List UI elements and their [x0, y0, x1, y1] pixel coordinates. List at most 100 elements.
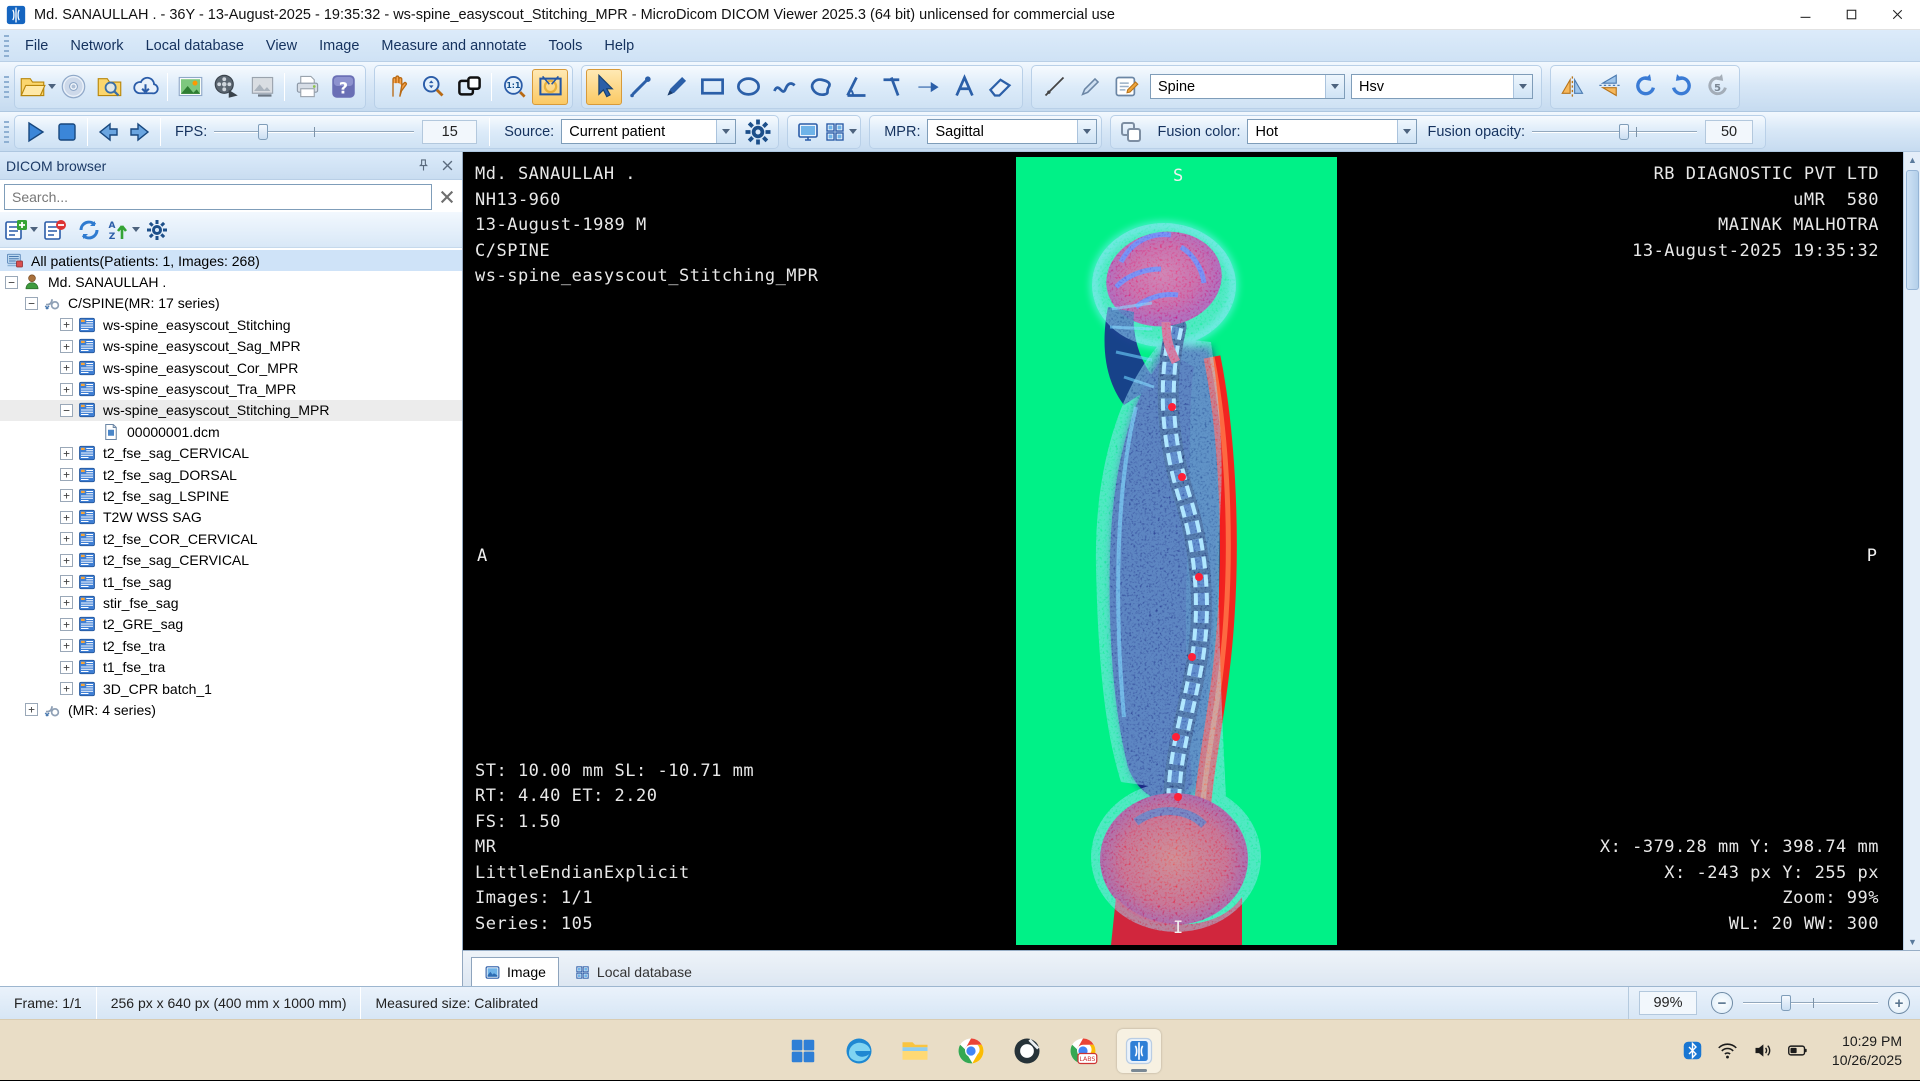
image-viewport[interactable]: Md. SANAULLAH . NH13-960 13-August-1989 …: [463, 152, 1903, 950]
edge-icon[interactable]: [837, 1029, 881, 1073]
tree-item[interactable]: +t2_fse_sag_CERVICAL: [0, 443, 462, 464]
refresh-icon[interactable]: [72, 215, 106, 245]
battery-icon[interactable]: [1787, 1040, 1808, 1061]
menu-item-view[interactable]: View: [255, 33, 308, 59]
status-zoom-slider[interactable]: [1743, 993, 1878, 1013]
settings-gear-icon[interactable]: [742, 117, 774, 147]
pin-icon[interactable]: [414, 157, 432, 175]
tree-item[interactable]: +t2_fse_tra: [0, 635, 462, 656]
expand-toggle-icon[interactable]: +: [60, 596, 73, 609]
tree-item[interactable]: +ws-spine_easyscout_Stitching: [0, 314, 462, 335]
tree-item[interactable]: +ws-spine_easyscout_Tra_MPR: [0, 378, 462, 399]
close-icon[interactable]: [1874, 0, 1920, 30]
panel-close-icon[interactable]: [438, 157, 456, 175]
window-level-line-icon[interactable]: [1036, 69, 1072, 105]
pointer-icon[interactable]: [586, 69, 622, 105]
expand-toggle-icon[interactable]: +: [60, 340, 73, 353]
expand-toggle-icon[interactable]: +: [60, 383, 73, 396]
fit-to-window-icon[interactable]: [532, 69, 568, 105]
pencil-soft-icon[interactable]: [1072, 69, 1108, 105]
single-view-icon[interactable]: [792, 117, 824, 147]
expand-toggle-icon[interactable]: +: [60, 554, 73, 567]
tree-item[interactable]: +ws-spine_easyscout_Sag_MPR: [0, 336, 462, 357]
chevron-down-icon[interactable]: [716, 120, 735, 143]
fusion-color-select[interactable]: Hot: [1247, 119, 1417, 144]
play-icon[interactable]: [19, 117, 51, 147]
mpr-select[interactable]: Sagittal: [927, 119, 1097, 144]
chrome-icon[interactable]: [949, 1029, 993, 1073]
source-select[interactable]: Current patient: [561, 119, 736, 144]
cobb-angle-icon[interactable]: [874, 69, 910, 105]
expand-toggle-icon[interactable]: −: [25, 297, 38, 310]
rotate-right-icon[interactable]: [1663, 69, 1699, 105]
rectangle-icon[interactable]: [694, 69, 730, 105]
expand-toggle-icon[interactable]: +: [60, 489, 73, 502]
scroll-up-icon[interactable]: ▲: [1904, 152, 1920, 168]
menu-item-image[interactable]: Image: [308, 33, 370, 59]
rotate-left-icon[interactable]: [1627, 69, 1663, 105]
add-to-list-icon[interactable]: [4, 215, 38, 245]
annotation-preset-select[interactable]: Spine: [1150, 74, 1345, 99]
open-file-icon[interactable]: [19, 69, 55, 105]
zoom-in-button[interactable]: +: [1888, 992, 1910, 1014]
next-icon[interactable]: [124, 117, 156, 147]
tree-item[interactable]: −ws-spine_easyscout_Stitching_MPR: [0, 400, 462, 421]
flip-vertical-icon[interactable]: [1591, 69, 1627, 105]
menu-item-local-database[interactable]: Local database: [135, 33, 255, 59]
tab-local-database[interactable]: Local database: [561, 957, 705, 986]
tree-item[interactable]: +t2_fse_COR_CERVICAL: [0, 528, 462, 549]
maximize-icon[interactable]: [1828, 0, 1874, 30]
magnifier-window-icon[interactable]: [451, 69, 487, 105]
expand-toggle-icon[interactable]: +: [60, 618, 73, 631]
chevron-down-icon[interactable]: [1513, 75, 1532, 98]
actual-size-icon[interactable]: 1:1: [496, 69, 532, 105]
menu-item-measure-and-annotate[interactable]: Measure and annotate: [370, 33, 537, 59]
flip-horizontal-icon[interactable]: [1555, 69, 1591, 105]
tree-item[interactable]: All patients(Patients: 1, Images: 268): [0, 250, 462, 271]
zoom-out-button[interactable]: −: [1711, 992, 1733, 1014]
volume-icon[interactable]: [1752, 1040, 1773, 1061]
open-folder-search-icon[interactable]: [91, 69, 127, 105]
tree-item[interactable]: +(MR: 4 series): [0, 699, 462, 720]
export-image-icon[interactable]: [172, 69, 208, 105]
expand-toggle-icon[interactable]: −: [60, 404, 73, 417]
tree-item[interactable]: +t1_fse_tra: [0, 656, 462, 677]
text-annotation-icon[interactable]: [946, 69, 982, 105]
scrollbar-thumb[interactable]: [1906, 170, 1919, 290]
tree-item[interactable]: +ws-spine_easyscout_Cor_MPR: [0, 357, 462, 378]
wifi-icon[interactable]: [1717, 1040, 1738, 1061]
expand-toggle-icon[interactable]: +: [60, 661, 73, 674]
menu-item-help[interactable]: Help: [593, 33, 645, 59]
tree-item[interactable]: +t2_fse_sag_CERVICAL: [0, 549, 462, 570]
previous-icon[interactable]: [92, 117, 124, 147]
colormap-select[interactable]: Hsv: [1351, 74, 1533, 99]
fusion-opacity-slider[interactable]: [1532, 122, 1697, 142]
help-icon[interactable]: ?: [325, 69, 361, 105]
ellipse-icon[interactable]: [730, 69, 766, 105]
zoom-icon[interactable]: [415, 69, 451, 105]
start-icon[interactable]: [781, 1029, 825, 1073]
file-explorer-icon[interactable]: [893, 1029, 937, 1073]
expand-toggle-icon[interactable]: +: [60, 468, 73, 481]
download-cloud-icon[interactable]: [127, 69, 163, 105]
export-video-icon[interactable]: [208, 69, 244, 105]
tree-item[interactable]: +t2_fse_sag_DORSAL: [0, 464, 462, 485]
polyline-icon[interactable]: [766, 69, 802, 105]
tree-item[interactable]: +stir_fse_sag: [0, 592, 462, 613]
tab-image[interactable]: Image: [471, 957, 559, 986]
expand-toggle-icon[interactable]: +: [60, 318, 73, 331]
tree-item[interactable]: +3D_CPR batch_1: [0, 678, 462, 699]
tree-item[interactable]: 00000001.dcm: [0, 421, 462, 442]
expand-toggle-icon[interactable]: +: [60, 447, 73, 460]
expand-toggle-icon[interactable]: +: [60, 532, 73, 545]
menu-item-file[interactable]: File: [14, 33, 59, 59]
browser-settings-icon[interactable]: [140, 215, 174, 245]
layout-grid-icon[interactable]: [824, 117, 856, 147]
expand-toggle-icon[interactable]: +: [60, 575, 73, 588]
expand-toggle-icon[interactable]: −: [5, 276, 18, 289]
expand-toggle-icon[interactable]: +: [60, 639, 73, 652]
scroll-down-icon[interactable]: ▼: [1904, 934, 1920, 950]
minimize-icon[interactable]: [1782, 0, 1828, 30]
expand-toggle-icon[interactable]: +: [60, 511, 73, 524]
eraser-icon[interactable]: [982, 69, 1018, 105]
